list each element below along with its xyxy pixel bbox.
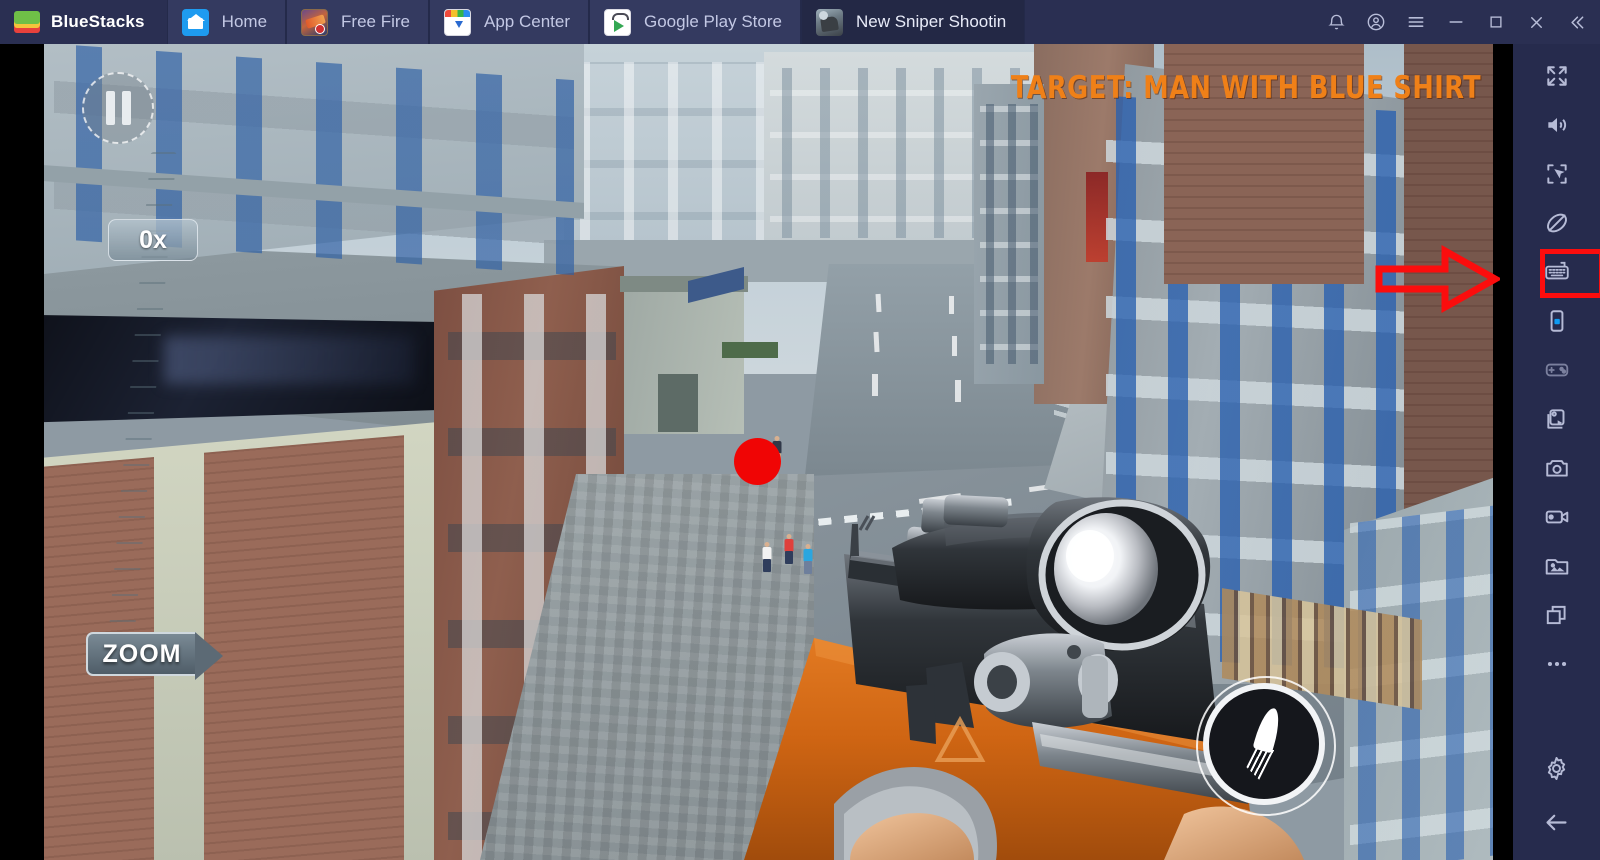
screenshot-camera-icon[interactable] [1525, 444, 1589, 492]
tab-free-fire[interactable]: Free Fire [286, 0, 429, 44]
pedestrian-white-shirt [760, 542, 774, 582]
lane-marking [952, 336, 957, 356]
lane-marking [949, 296, 954, 314]
eye-slash-icon[interactable] [1525, 199, 1589, 247]
app-center-icon [444, 8, 471, 36]
pedestrian-blue-shirt [801, 544, 815, 586]
macro-script-icon[interactable] [1525, 395, 1589, 443]
target-objective-text: TARGET: MAN WITH BLUE SHIRT [1010, 70, 1481, 106]
sniper-game-icon [815, 8, 843, 36]
back-arrow-icon[interactable] [1525, 798, 1589, 846]
emulator-body: 0x ZOOM TARGET: MAN WITH BLUE SHIRT [0, 44, 1600, 860]
neon-sign-red [1086, 172, 1108, 262]
tab-label: Google Play Store [644, 12, 782, 31]
menu-hamburger-icon[interactable] [1396, 0, 1436, 44]
maximize-button[interactable] [1476, 0, 1516, 44]
rotate-portrait-icon[interactable] [1525, 297, 1589, 345]
media-manager-icon[interactable] [1525, 542, 1589, 590]
title-bar: BlueStacks Home Free Fire App Center Goo… [0, 0, 1600, 44]
collapse-toolbar-icon[interactable] [1556, 0, 1596, 44]
bluestacks-brand: BlueStacks [0, 0, 167, 44]
tab-label: Free Fire [341, 12, 410, 31]
keyboard-controls-icon[interactable] [1525, 248, 1589, 296]
account-icon[interactable] [1356, 0, 1396, 44]
alley-building-door [658, 374, 698, 432]
billboard-graphic [164, 336, 414, 384]
lane-marking [873, 331, 880, 353]
minimize-button[interactable] [1436, 0, 1476, 44]
fullscreen-icon[interactable] [1525, 52, 1589, 100]
lane-marking [875, 293, 882, 313]
tab-new-sniper-shooting[interactable]: New Sniper Shootin [800, 0, 1026, 44]
zoom-level-badge[interactable]: 0x [108, 219, 198, 261]
shooting-mode-icon[interactable] [1525, 150, 1589, 198]
google-play-icon [604, 8, 631, 36]
tab-app-center[interactable]: App Center [429, 0, 589, 44]
gamepad-icon[interactable] [1525, 346, 1589, 394]
bluestacks-logo-icon [14, 9, 40, 35]
pedestrian-red-shirt [782, 534, 796, 576]
home-icon [181, 8, 209, 36]
lane-marking [872, 374, 878, 396]
right-building-grey-windows [980, 104, 1038, 364]
notifications-bell-icon[interactable] [1316, 0, 1356, 44]
planter-hedge [722, 342, 778, 358]
bullet-icon [1237, 704, 1290, 785]
tab-google-play-store[interactable]: Google Play Store [589, 0, 801, 44]
tab-home[interactable]: Home [166, 0, 287, 44]
click-marker [734, 438, 781, 485]
volume-icon[interactable] [1525, 101, 1589, 149]
screen-record-icon[interactable] [1525, 493, 1589, 541]
tab-label: Home [221, 12, 268, 31]
free-fire-icon [301, 8, 329, 36]
tab-strip: Home Free Fire App Center Google Play St… [166, 0, 1026, 44]
tab-label: New Sniper Shootin [855, 12, 1007, 31]
tab-label: App Center [484, 12, 570, 31]
brand-name: BlueStacks [51, 12, 145, 31]
pause-button[interactable] [82, 72, 154, 144]
zoom-button[interactable]: ZOOM [86, 630, 228, 682]
more-options-icon[interactable] [1525, 640, 1589, 688]
multi-instance-icon[interactable] [1525, 591, 1589, 639]
game-viewport[interactable]: 0x ZOOM TARGET: MAN WITH BLUE SHIRT [44, 44, 1493, 860]
far-right-building [1404, 44, 1493, 514]
brick-panel [204, 435, 404, 860]
settings-gear-icon[interactable] [1525, 744, 1589, 792]
close-button[interactable] [1516, 0, 1556, 44]
ammo-indicator[interactable] [1196, 676, 1336, 816]
lane-marking [955, 380, 961, 402]
emulator-sidebar [1513, 44, 1600, 860]
window-controls [1316, 0, 1600, 44]
